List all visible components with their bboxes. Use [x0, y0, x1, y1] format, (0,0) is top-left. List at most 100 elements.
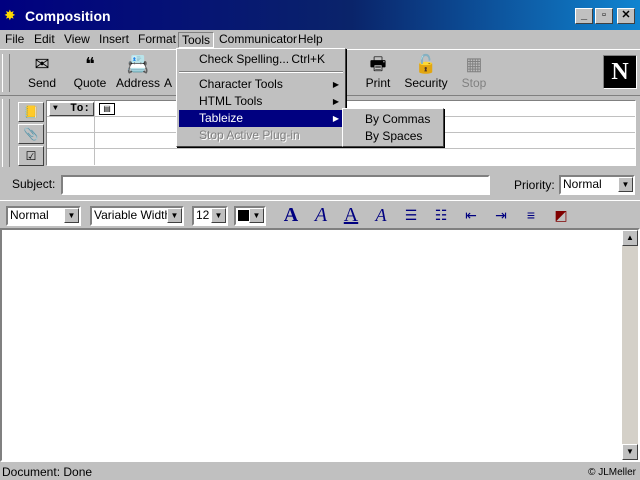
menu-format[interactable]: Format — [135, 32, 179, 48]
lock-icon: 🔓 — [414, 54, 438, 74]
maximize-button[interactable]: ▫ — [595, 8, 613, 24]
quote-button[interactable]: ❝ Quote — [66, 52, 114, 94]
subject-row: Subject: Priority: Normal ▼ — [0, 172, 640, 196]
menu-edit[interactable]: Edit — [31, 32, 58, 48]
vertical-scrollbar[interactable]: ▲ ▼ — [622, 230, 638, 460]
menu-item-by-commas[interactable]: By Commas — [345, 111, 441, 128]
chevron-down-icon[interactable]: ▼ — [167, 208, 182, 223]
scroll-down-icon[interactable]: ▼ — [622, 444, 638, 460]
indent-icon[interactable]: ⇥ — [488, 204, 514, 226]
attachments-tab-icon[interactable]: 📎 — [18, 124, 44, 144]
status-text: Document: Done — [2, 465, 93, 479]
check-spelling-label: Check Spelling... — [199, 52, 290, 66]
priority-select[interactable]: Normal ▼ — [559, 175, 635, 195]
submenu-arrow-icon: ▶ — [332, 80, 339, 89]
clear-styles-icon[interactable]: A — [368, 204, 394, 226]
font-size-value: 12 — [196, 208, 210, 222]
format-toolbar: Normal ▼ Variable Width ▼ 12 ▼ ▼ A A A A… — [0, 200, 640, 228]
minimize-button[interactable]: _ — [575, 8, 593, 24]
italic-icon[interactable]: A — [308, 204, 334, 226]
font-select[interactable]: Variable Width ▼ — [90, 206, 184, 226]
tools-menu: Check Spelling... Ctrl+K Character Tools… — [176, 48, 346, 147]
quote-label: Quote — [73, 76, 107, 90]
address-tab-icon[interactable]: 📒 — [18, 102, 44, 122]
stop-plugin-label: Stop Active Plug-in — [199, 128, 300, 142]
send-icon: ✉ — [34, 54, 50, 74]
address-type-dropdown[interactable]: ▼ To: — [49, 102, 94, 116]
quote-icon: ❝ — [85, 54, 95, 74]
outdent-icon[interactable]: ⇤ — [458, 204, 484, 226]
menu-item-tableize[interactable]: Tableize ▶ — [179, 110, 343, 127]
menu-item-check-spelling[interactable]: Check Spelling... Ctrl+K — [179, 51, 343, 68]
status-credit: © JLMeller — [588, 467, 636, 478]
security-button[interactable]: 🔓 Security — [402, 52, 450, 94]
printer-icon: 🖶 — [369, 54, 387, 74]
paragraph-style-select[interactable]: Normal ▼ — [6, 206, 81, 226]
security-label: Security — [404, 76, 448, 90]
send-button[interactable]: ✉ Send — [18, 52, 66, 94]
subject-label: Subject: — [12, 177, 56, 191]
address-button[interactable]: 📇 Address — [114, 52, 162, 94]
submenu-arrow-icon: ▶ — [332, 114, 339, 123]
menu-separator — [179, 71, 343, 73]
menu-view[interactable]: View — [61, 32, 93, 48]
priority-value: Normal — [563, 177, 602, 191]
menu-help[interactable]: Help — [295, 32, 326, 48]
stop-label: Stop — [461, 76, 487, 90]
address-type-cell — [47, 149, 95, 165]
status-bar: Document: Done © JLMeller — [0, 462, 640, 480]
menu-communicator[interactable]: Communicator — [216, 32, 300, 48]
menu-insert[interactable]: Insert — [96, 32, 132, 48]
tableize-label: Tableize — [199, 111, 244, 125]
send-label: Send — [27, 76, 57, 90]
scroll-up-icon[interactable]: ▲ — [622, 230, 638, 246]
menu-bar: File Edit View Insert Format Tools Commu… — [0, 30, 640, 48]
subject-input[interactable] — [61, 175, 490, 195]
menu-item-html-tools[interactable]: HTML Tools ▶ — [179, 93, 343, 110]
address-row[interactable] — [47, 149, 635, 165]
address-grip[interactable] — [2, 99, 10, 167]
html-tools-label: HTML Tools — [199, 94, 263, 108]
text-color-swatch — [238, 210, 249, 221]
menu-item-by-spaces[interactable]: By Spaces — [345, 128, 441, 145]
netscape-logo: N — [603, 55, 637, 89]
chevron-down-icon[interactable]: ▼ — [249, 208, 264, 223]
menu-file[interactable]: File — [2, 32, 27, 48]
menu-item-character-tools[interactable]: Character Tools ▶ — [179, 76, 343, 93]
print-label: Print — [365, 76, 391, 90]
bullet-list-icon[interactable]: ☰ — [398, 204, 424, 226]
font-size-select[interactable]: 12 ▼ — [192, 206, 228, 226]
menu-item-stop-plugin: Stop Active Plug-in — [179, 127, 343, 144]
stop-icon: ▦ — [465, 54, 483, 74]
alignment-icon[interactable]: ≡ — [518, 204, 544, 226]
character-tools-label: Character Tools — [199, 77, 283, 91]
numbered-list-icon[interactable]: ☷ — [428, 204, 454, 226]
address-tabs: 📒 📎 ☑ — [18, 100, 44, 166]
address-card-icon: ▤ — [99, 103, 115, 115]
text-color-select[interactable]: ▼ — [234, 206, 266, 226]
close-button[interactable]: ✕ — [617, 8, 635, 24]
font-value: Variable Width — [94, 208, 172, 222]
insert-object-icon[interactable]: ◩ — [548, 204, 574, 226]
tableize-submenu: By Commas By Spaces — [342, 108, 444, 147]
priority-label: Priority: — [514, 178, 555, 192]
options-tab-icon[interactable]: ☑ — [18, 146, 44, 166]
address-type-cell — [47, 117, 95, 133]
stop-button[interactable]: ▦ Stop — [450, 52, 498, 94]
message-body-editor[interactable]: ▲ ▼ — [0, 228, 640, 462]
print-button[interactable]: 🖶 Print — [354, 52, 402, 94]
netscape-app-icon[interactable]: ✸ — [4, 7, 22, 23]
check-spelling-shortcut: Ctrl+K — [291, 52, 325, 66]
toolbar-grip[interactable] — [2, 54, 10, 92]
bold-icon[interactable]: A — [278, 204, 304, 226]
underline-icon[interactable]: A — [338, 204, 364, 226]
attach-icon — [160, 52, 176, 76]
menu-tools[interactable]: Tools — [178, 32, 215, 48]
address-type-label: To: — [70, 103, 90, 115]
chevron-down-icon[interactable]: ▼ — [211, 208, 226, 223]
attach-button[interactable]: A — [160, 52, 176, 94]
chevron-down-icon[interactable]: ▼ — [618, 177, 633, 192]
address-type-cell — [47, 133, 95, 149]
chevron-down-icon[interactable]: ▼ — [64, 208, 79, 223]
address-book-icon: 📇 — [126, 54, 150, 74]
